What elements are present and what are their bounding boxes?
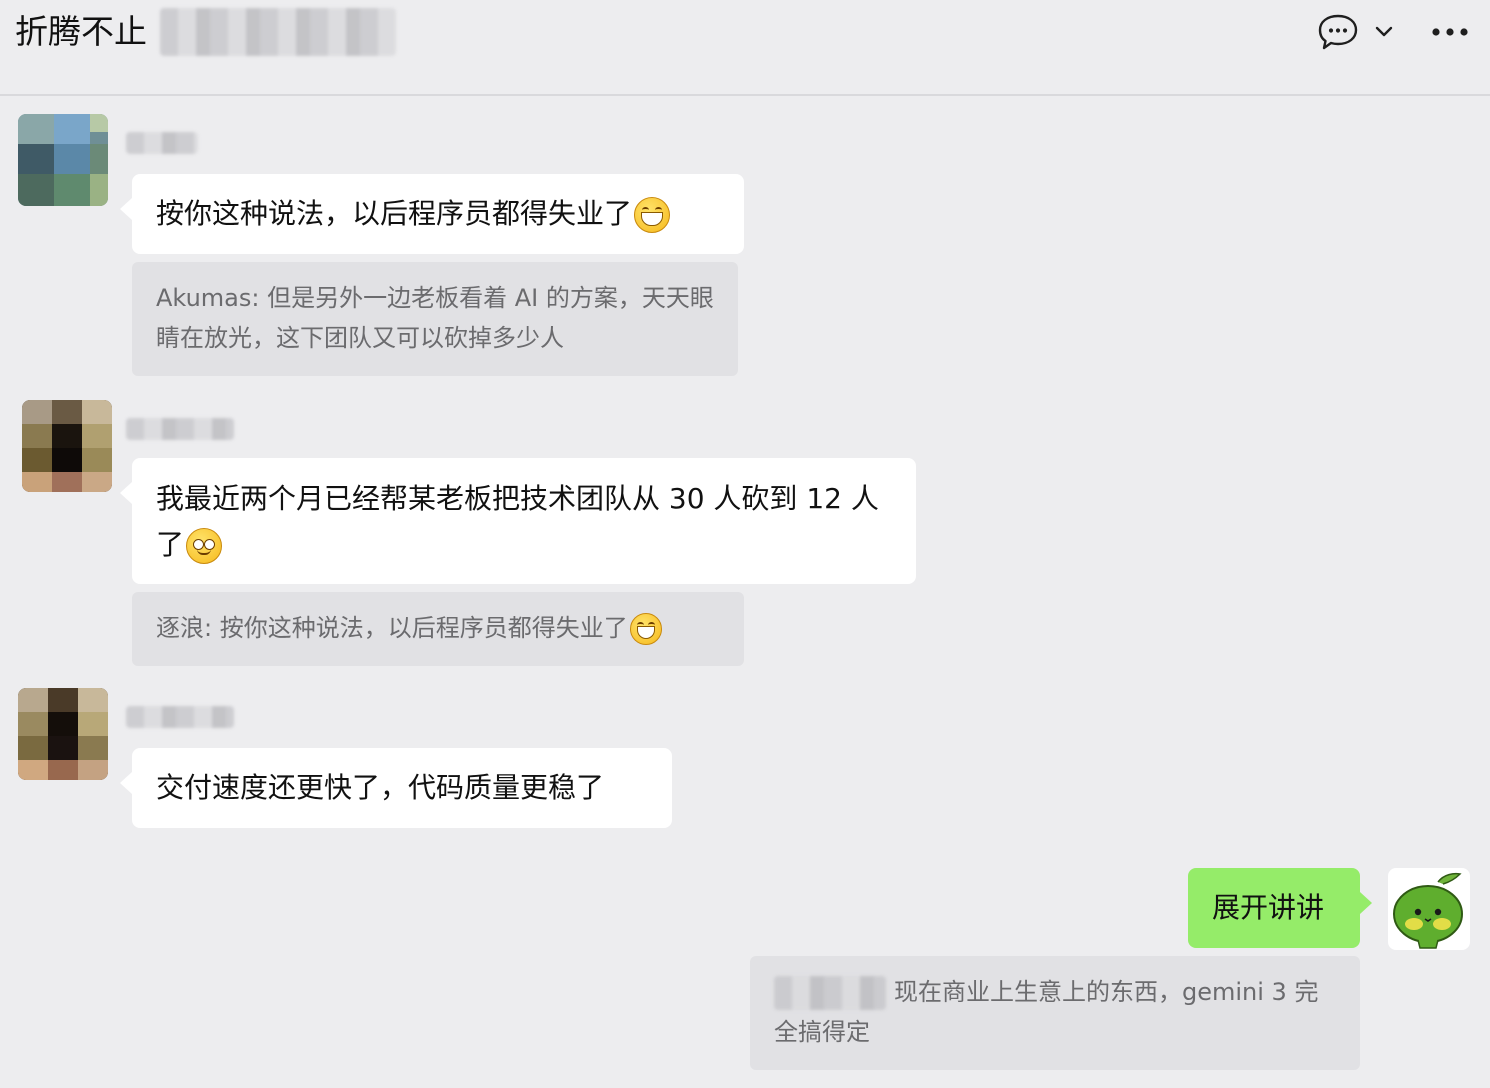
message-bubble[interactable]: 我最近两个月已经帮某老板把技术团队从 30 人砍到 12 人了 (120, 458, 916, 584)
my-message-bubble[interactable]: 展开讲讲 (1188, 868, 1372, 948)
message-bubble[interactable]: 交付速度还更快了，代码质量更稳了 (120, 748, 672, 828)
avatar[interactable] (22, 400, 112, 492)
sender-name-redacted (126, 418, 234, 440)
more-icon[interactable] (1426, 12, 1474, 52)
grin-emoji (634, 197, 671, 233)
awkward-emoji (186, 528, 223, 564)
quote-text: Akumas: 但是另外一边老板看着 AI 的方案，天天眼睛在放光，这下团队又可… (156, 284, 714, 352)
redacted-title-suffix (160, 8, 396, 56)
avatar[interactable] (18, 114, 108, 206)
quote-text: 逐浪: 按你这种说法，以后程序员都得失业了 (156, 614, 628, 642)
my-avatar[interactable] (1388, 868, 1470, 950)
chevron-down-icon[interactable] (1364, 12, 1404, 52)
sender-name-redacted (126, 132, 198, 154)
message-bubble[interactable]: 按你这种说法，以后程序员都得失业了 (120, 174, 744, 254)
quoted-message[interactable]: Akumas: 但是另外一边老板看着 AI 的方案，天天眼睛在放光，这下团队又可… (132, 262, 738, 376)
quoted-name-redacted (774, 976, 886, 1010)
sender-name-redacted (126, 706, 234, 728)
chat-bubble-icon[interactable] (1316, 12, 1360, 52)
message-text: 展开讲讲 (1212, 891, 1325, 924)
message-text: 按你这种说法，以后程序员都得失业了 (156, 197, 633, 230)
quoted-message[interactable]: 逐浪: 按你这种说法，以后程序员都得失业了 (132, 592, 744, 666)
grin-emoji (629, 613, 662, 645)
chat-header: 折腾不止 (0, 0, 1490, 96)
message-text: 交付速度还更快了，代码质量更稳了 (156, 771, 605, 804)
message-text: 我最近两个月已经帮某老板把技术团队从 30 人砍到 12 人了 (156, 482, 879, 561)
quoted-message[interactable]: 现在商业上生意上的东西，gemini 3 完全搞得定 (750, 956, 1360, 1070)
chat-title: 折腾不止 (15, 12, 147, 51)
avatar[interactable] (18, 688, 108, 780)
